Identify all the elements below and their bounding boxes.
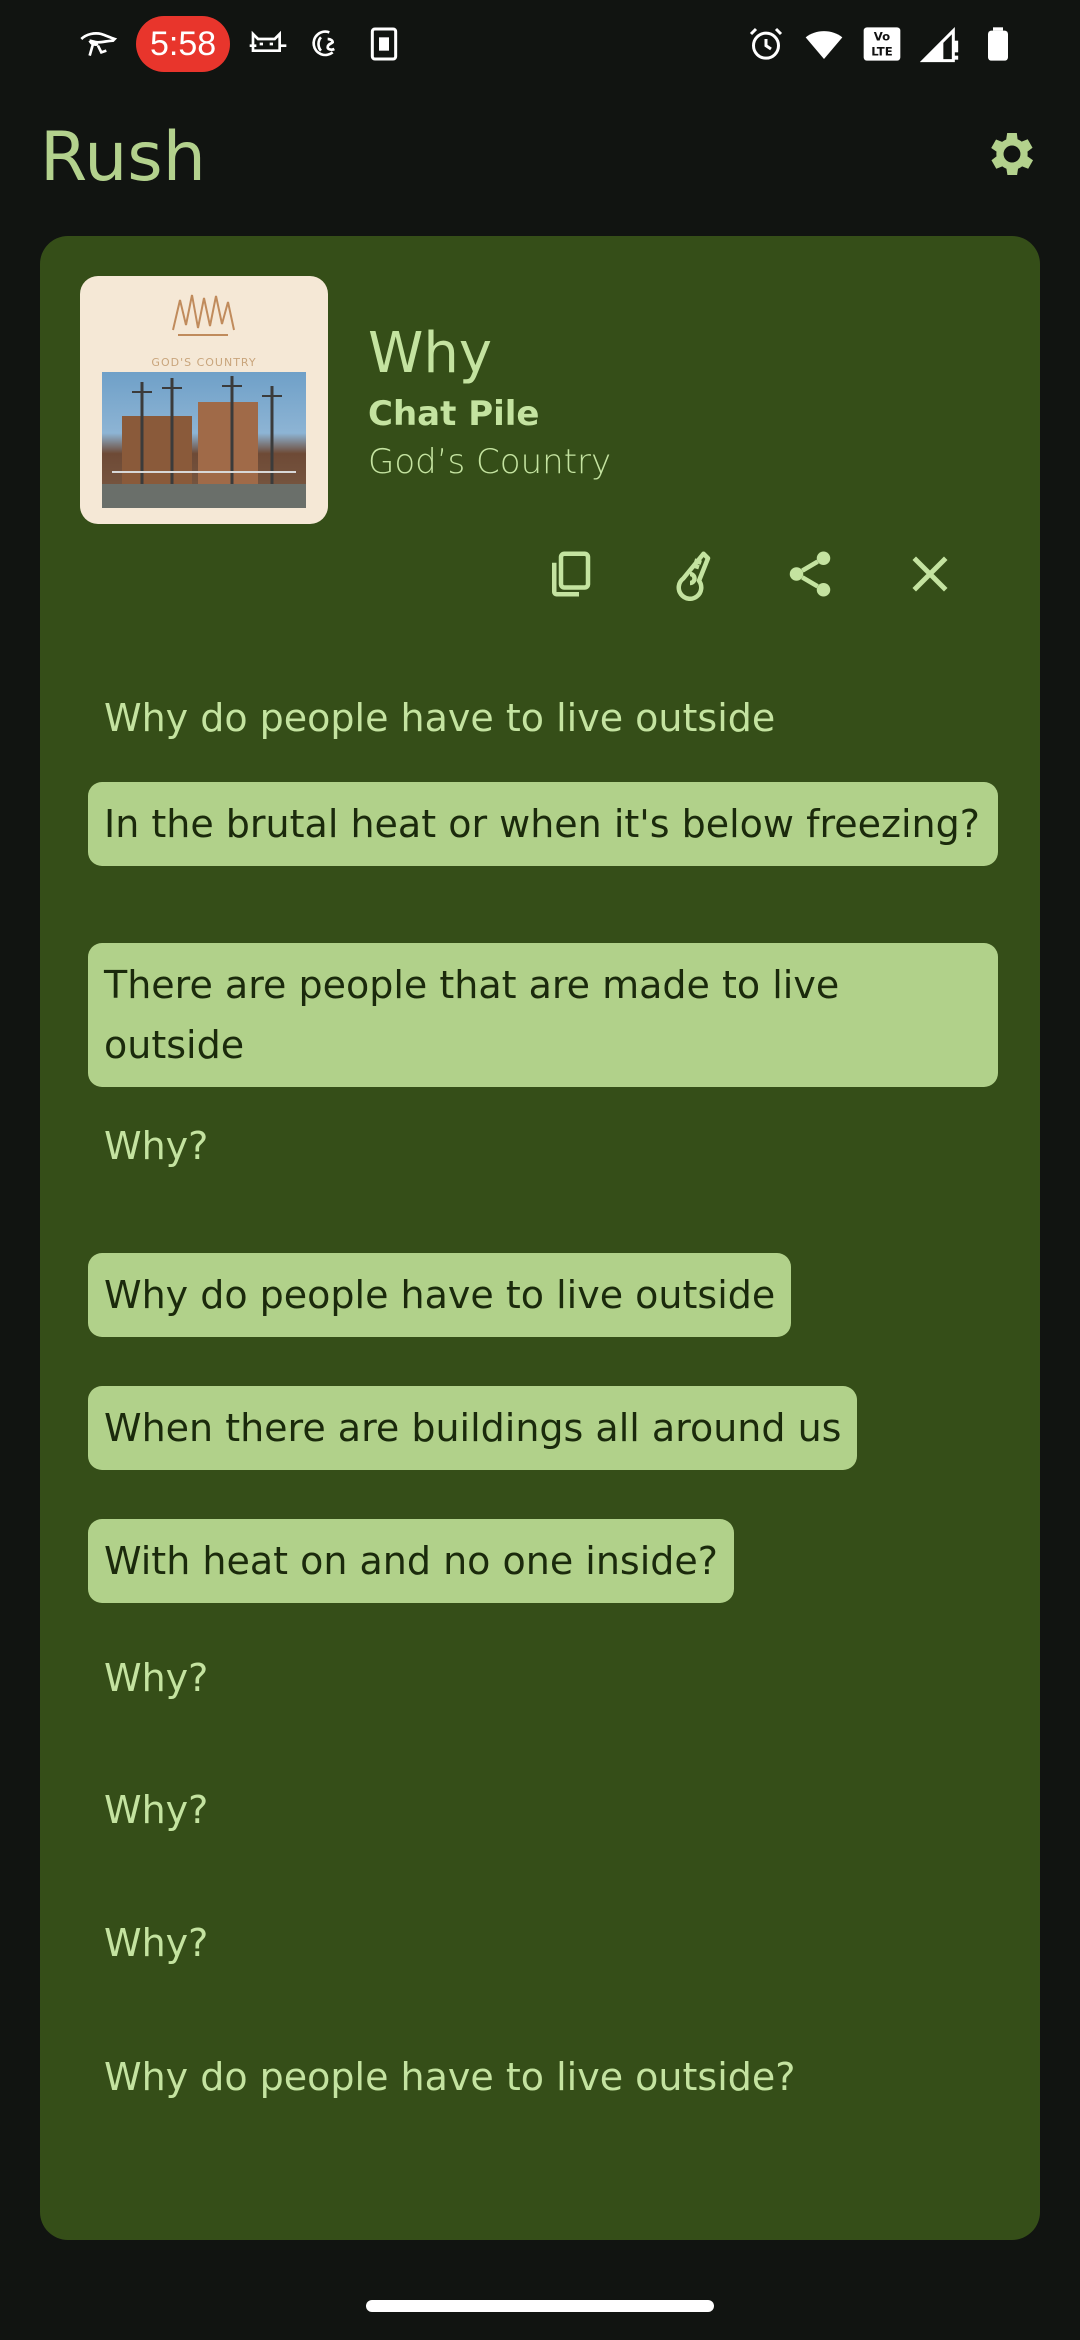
alarm-icon: [746, 24, 786, 64]
news-icon: [306, 24, 346, 64]
close-button[interactable]: [900, 546, 960, 606]
lyric-line-10[interactable]: Why?: [88, 1901, 224, 1985]
album-art: GOD'S COUNTRY: [80, 276, 328, 524]
volte-icon: Vo LTE: [862, 24, 902, 64]
lyric-line-7[interactable]: With heat on and no one inside?: [88, 1519, 734, 1603]
album-art-caption: GOD'S COUNTRY: [151, 356, 257, 369]
song-artist: Chat Pile: [368, 394, 540, 434]
gear-icon: [983, 125, 1041, 187]
battery-icon: [978, 24, 1018, 64]
clock-time: 5:58: [136, 16, 231, 72]
album-art-photo: [102, 372, 306, 508]
status-right: Vo LTE: [746, 16, 1018, 72]
sim-card-icon: [364, 24, 404, 64]
song-album: God’s Country: [368, 442, 612, 482]
transliterate-button[interactable]: [660, 546, 720, 606]
share-icon: [783, 547, 837, 605]
lyric-line-4[interactable]: Why?: [88, 1104, 224, 1188]
svg-text:Vo: Vo: [874, 30, 890, 44]
lyrics-card: GOD'S COUNTRY Why Chat Pile God’s Countr…: [40, 236, 1040, 2240]
svg-text:LTE: LTE: [871, 45, 892, 59]
copy-icon: [543, 547, 597, 605]
band-logo-icon: [172, 294, 235, 336]
lyric-line-1[interactable]: Why do people have to live outside: [88, 676, 791, 760]
lyric-line-6[interactable]: When there are buildings all around us: [88, 1386, 858, 1470]
copy-button[interactable]: [540, 546, 600, 606]
signal-icon: [920, 24, 960, 64]
lyric-line-8[interactable]: Why?: [88, 1636, 224, 1720]
settings-button[interactable]: [980, 124, 1044, 188]
song-title: Why: [368, 321, 493, 386]
lyric-line-3[interactable]: There are people that are made to live o…: [88, 943, 998, 1087]
lyric-line-5[interactable]: Why do people have to live outside: [88, 1253, 792, 1337]
lyric-line-11[interactable]: Why do people have to live outside?: [88, 2035, 811, 2119]
status-left: 5:58: [78, 16, 404, 72]
wifi-icon: [804, 24, 844, 64]
lyric-line-9[interactable]: Why?: [88, 1768, 224, 1852]
lyrics-actions: [540, 546, 960, 606]
app-title: Rush: [40, 118, 206, 197]
close-icon: [903, 547, 957, 605]
status-bar: 5:58 Vo LTE: [0, 0, 1080, 88]
lyric-line-2[interactable]: In the brutal heat or when it's below fr…: [88, 782, 998, 866]
eye-of-horus-icon: [78, 24, 118, 64]
share-button[interactable]: [780, 546, 840, 606]
home-indicator[interactable]: [366, 2300, 714, 2312]
cat-icon: [248, 24, 288, 64]
translate-icon: [663, 547, 717, 605]
